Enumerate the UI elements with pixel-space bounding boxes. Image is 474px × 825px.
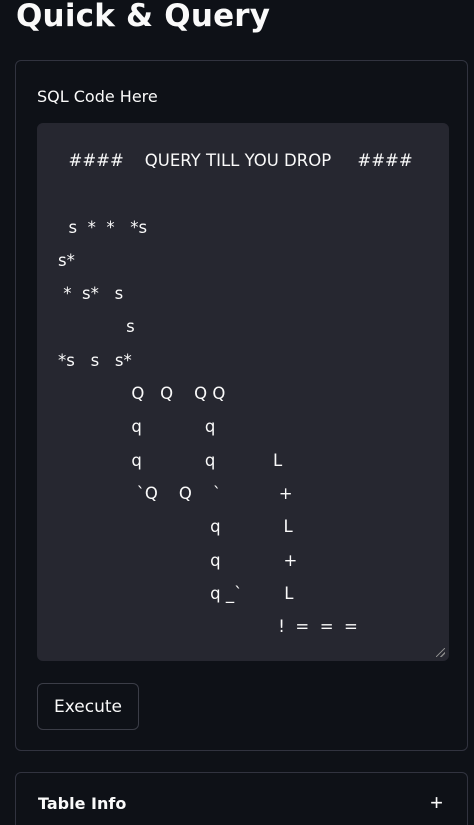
resize-handle-icon[interactable] — [436, 648, 445, 657]
plus-icon[interactable]: + — [430, 791, 443, 815]
sql-code-input[interactable]: #### QUERY TILL YOU DROP #### s * * *s s… — [37, 123, 449, 661]
table-info-label: Table Info — [38, 794, 127, 813]
table-info-expander[interactable]: Table Info + — [15, 772, 468, 825]
sql-form: SQL Code Here #### QUERY TILL YOU DROP #… — [15, 60, 468, 751]
app-page: Quick & Query SQL Code Here #### QUERY T… — [0, 0, 474, 825]
app-title: Quick & Query — [16, 0, 271, 34]
sql-code-label: SQL Code Here — [37, 87, 158, 106]
sql-code-text[interactable]: #### QUERY TILL YOU DROP #### s * * *s s… — [58, 144, 413, 643]
execute-button[interactable]: Execute — [37, 683, 139, 730]
